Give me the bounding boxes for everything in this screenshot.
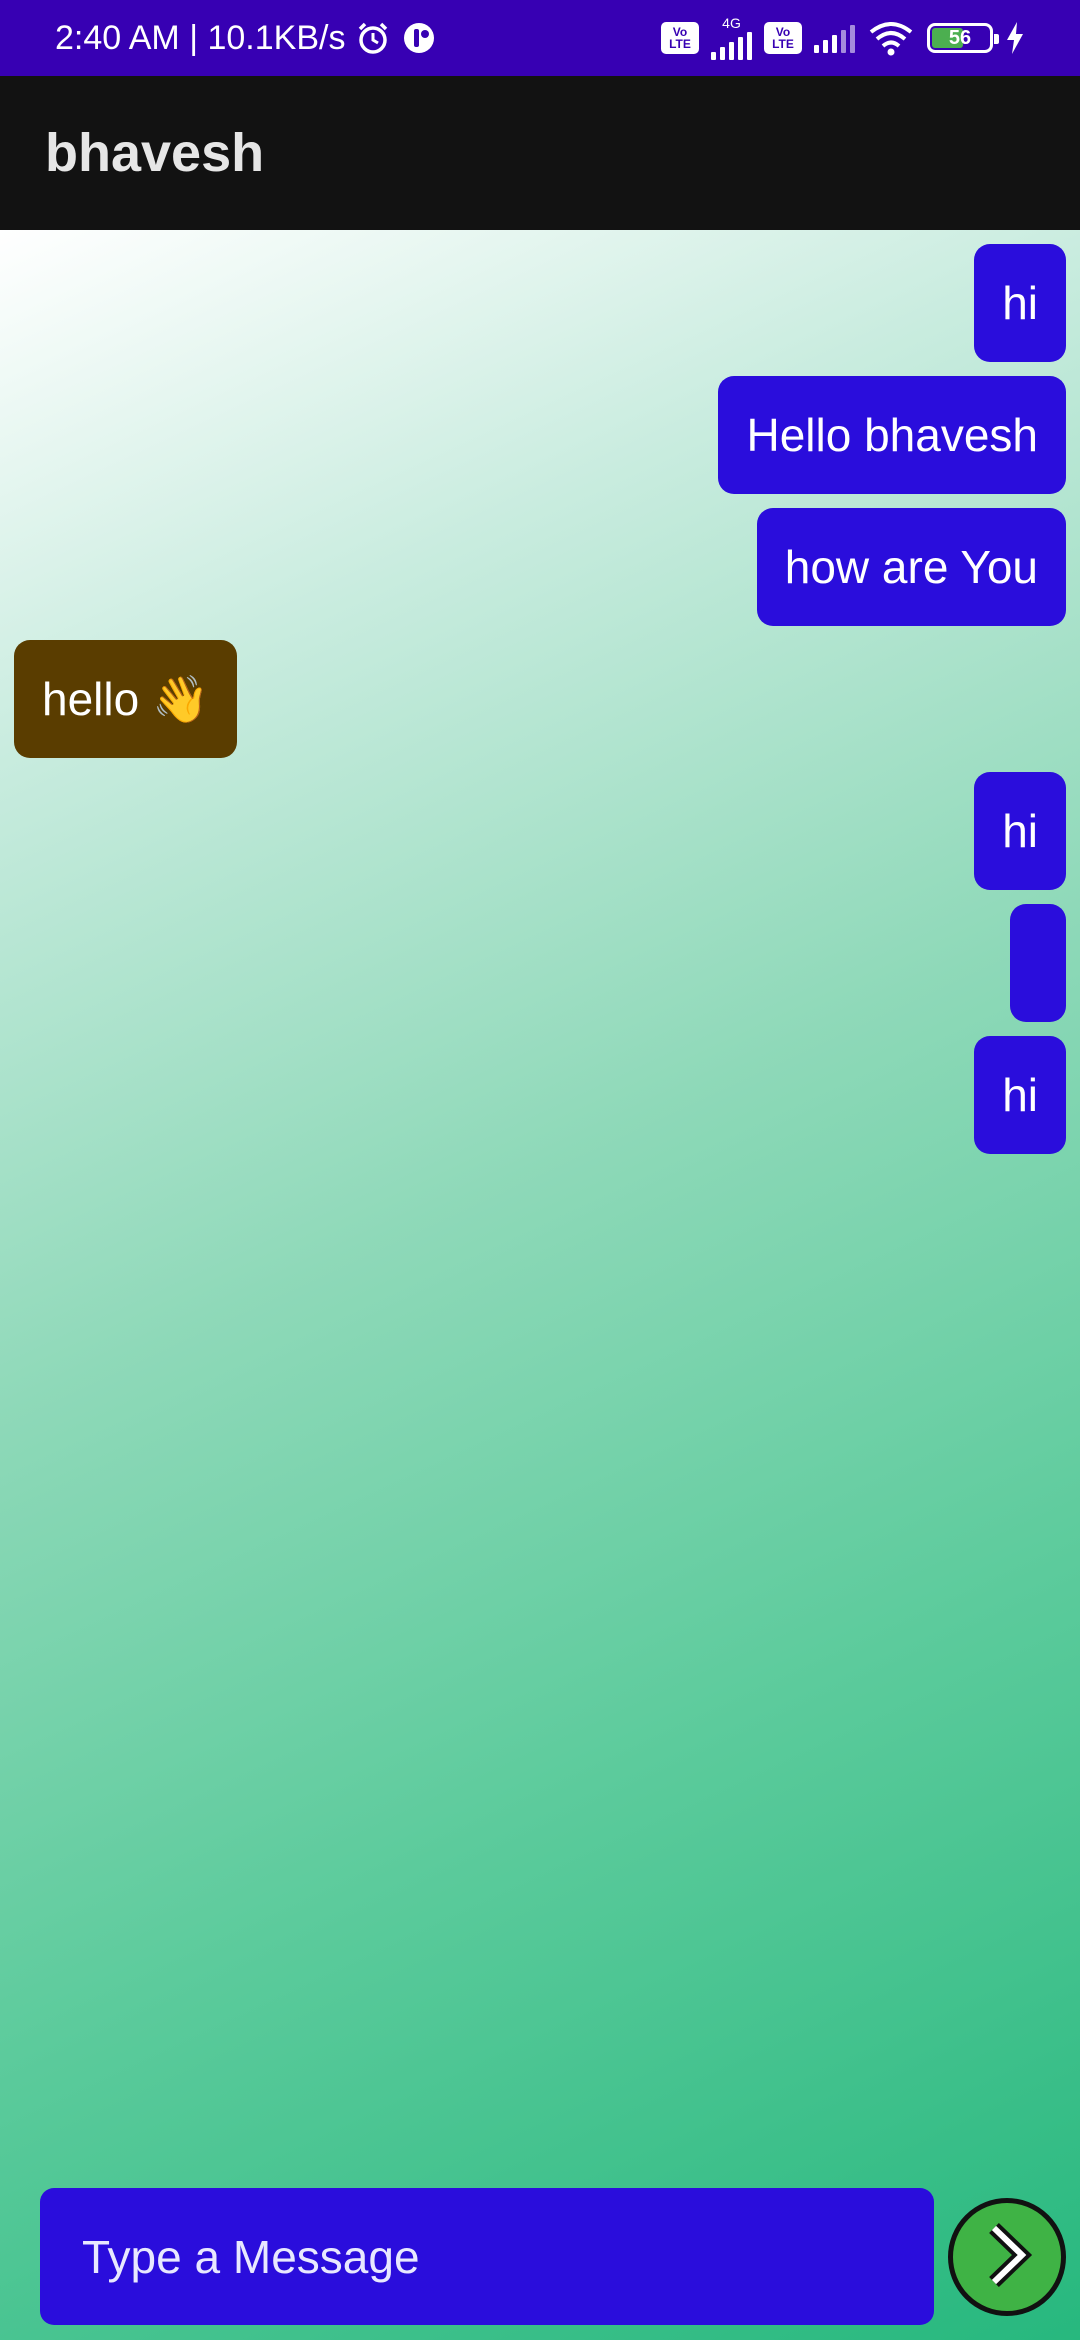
status-left: 2:40 AM | 10.1KB/s (55, 19, 437, 58)
message-bubble-received[interactable]: hello 👋 (14, 640, 238, 758)
message-text: hi (1002, 805, 1038, 857)
message-bubble-sent-empty[interactable] (1010, 904, 1066, 1022)
status-time: 2:40 AM | 10.1KB/s (55, 18, 346, 57)
send-button[interactable] (948, 2198, 1066, 2316)
message-text: hello 👋 (42, 672, 210, 725)
message-text: Hello bhavesh (746, 409, 1038, 461)
message-bubble-sent[interactable]: hi (974, 244, 1066, 362)
message-bubble-sent[interactable]: hi (974, 772, 1066, 890)
message-input[interactable] (82, 2229, 934, 2284)
network-type: 4G (711, 16, 752, 60)
network-type-label: 4G (722, 15, 741, 31)
message-bubble-sent[interactable]: Hello bhavesh (718, 376, 1066, 494)
status-bar: 2:40 AM | 10.1KB/s Vo LTE 4G Vo LTE 56 (0, 0, 1080, 76)
message-bubble-sent[interactable]: hi (974, 1036, 1066, 1154)
signal-strength-icon-2 (814, 23, 855, 53)
chat-title: bhavesh (45, 123, 265, 183)
battery-level: 56 (948, 26, 972, 49)
volte-badge: Vo LTE (661, 22, 699, 54)
chevron-right-icon (972, 2220, 1042, 2295)
volte-badge-2: Vo LTE (764, 22, 802, 54)
alarm-icon (355, 20, 391, 56)
battery-icon: 56 (927, 23, 999, 53)
message-list[interactable]: hi Hello bhavesh how are You hello 👋 hi … (0, 230, 1080, 2340)
signal-strength-icon (711, 30, 752, 60)
message-text: hi (1002, 277, 1038, 329)
status-right: Vo LTE 4G Vo LTE 56 (661, 16, 1025, 60)
message-text: hi (1002, 1069, 1038, 1121)
wifi-icon (867, 20, 915, 56)
charging-bolt-icon (1005, 22, 1025, 54)
message-composer (40, 2188, 934, 2325)
app-bar: bhavesh (0, 76, 1080, 230)
message-text: how are You (784, 541, 1038, 593)
message-bubble-sent[interactable]: how are You (756, 508, 1066, 626)
app-notification-icon (401, 20, 437, 56)
